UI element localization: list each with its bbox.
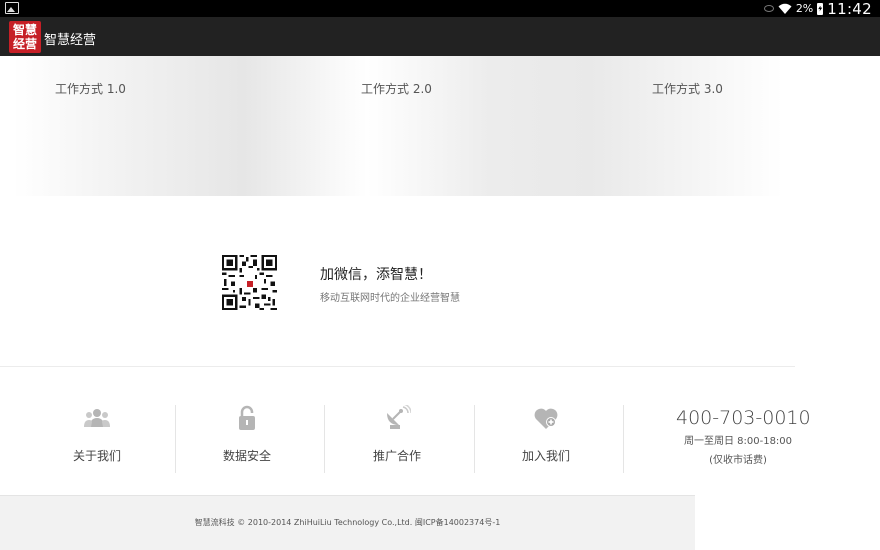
banner: 工作方式 1.0 工作方式 2.0 工作方式 3.0 bbox=[13, 56, 783, 196]
tab-work-mode-3[interactable]: 工作方式 3.0 bbox=[652, 80, 723, 97]
feature-label: 加入我们 bbox=[521, 449, 570, 463]
contact-note: (仅收市话费) bbox=[709, 455, 767, 466]
app-logo[interactable]: 智慧 经营 bbox=[9, 21, 41, 53]
heart-plus-icon bbox=[534, 408, 558, 429]
status-indicators: 2% 11:42 bbox=[763, 0, 872, 18]
feature-label: 推广合作 bbox=[372, 449, 421, 463]
action-bar: 智慧 经营 智慧经营 bbox=[0, 17, 880, 56]
contact-hours: 周一至周日 8:00-18:00 bbox=[683, 436, 793, 447]
feature-label: 关于我们 bbox=[72, 449, 121, 463]
app-title: 智慧经营 bbox=[44, 33, 97, 48]
copyright-text: 智慧流科技 © 2010-2014 ZhiHuiLiu Technology C… bbox=[194, 518, 501, 527]
wechat-subtitle: 移动互联网时代的企业经营智慧 bbox=[320, 293, 460, 304]
tab-work-mode-2[interactable]: 工作方式 2.0 bbox=[361, 80, 432, 97]
status-bar: 2% 11:42 bbox=[0, 0, 880, 18]
feature-separator bbox=[623, 405, 624, 473]
app-logo-line1: 智慧 bbox=[12, 23, 37, 37]
tab-work-mode-1[interactable]: 工作方式 1.0 bbox=[55, 80, 126, 97]
clock: 11:42 bbox=[827, 0, 872, 18]
users-icon bbox=[84, 409, 110, 427]
feature-promotion-cooperation[interactable]: 推广合作 bbox=[322, 405, 472, 470]
footer: 智慧流科技 © 2010-2014 ZhiHuiLiu Technology C… bbox=[0, 495, 695, 550]
eye-icon bbox=[763, 5, 774, 12]
feature-label: 数据安全 bbox=[222, 449, 271, 463]
wifi-icon bbox=[778, 3, 792, 14]
qr-logo bbox=[246, 280, 254, 288]
contact-phone[interactable]: 400-703-0010 bbox=[676, 407, 811, 429]
satellite-dish-icon bbox=[387, 405, 411, 429]
battery-charging-icon bbox=[817, 2, 824, 15]
feature-join-us[interactable]: 加入我们 bbox=[471, 405, 621, 470]
section-divider bbox=[0, 366, 795, 367]
feature-data-security[interactable]: 数据安全 bbox=[172, 405, 322, 470]
lock-icon bbox=[239, 405, 255, 430]
app-logo-line2: 经营 bbox=[12, 37, 37, 51]
image-notification-icon bbox=[5, 2, 19, 14]
battery-percent: 2% bbox=[795, 2, 814, 15]
feature-about-us[interactable]: 关于我们 bbox=[22, 405, 172, 470]
wechat-title: 加微信，添智慧！ bbox=[320, 267, 432, 283]
